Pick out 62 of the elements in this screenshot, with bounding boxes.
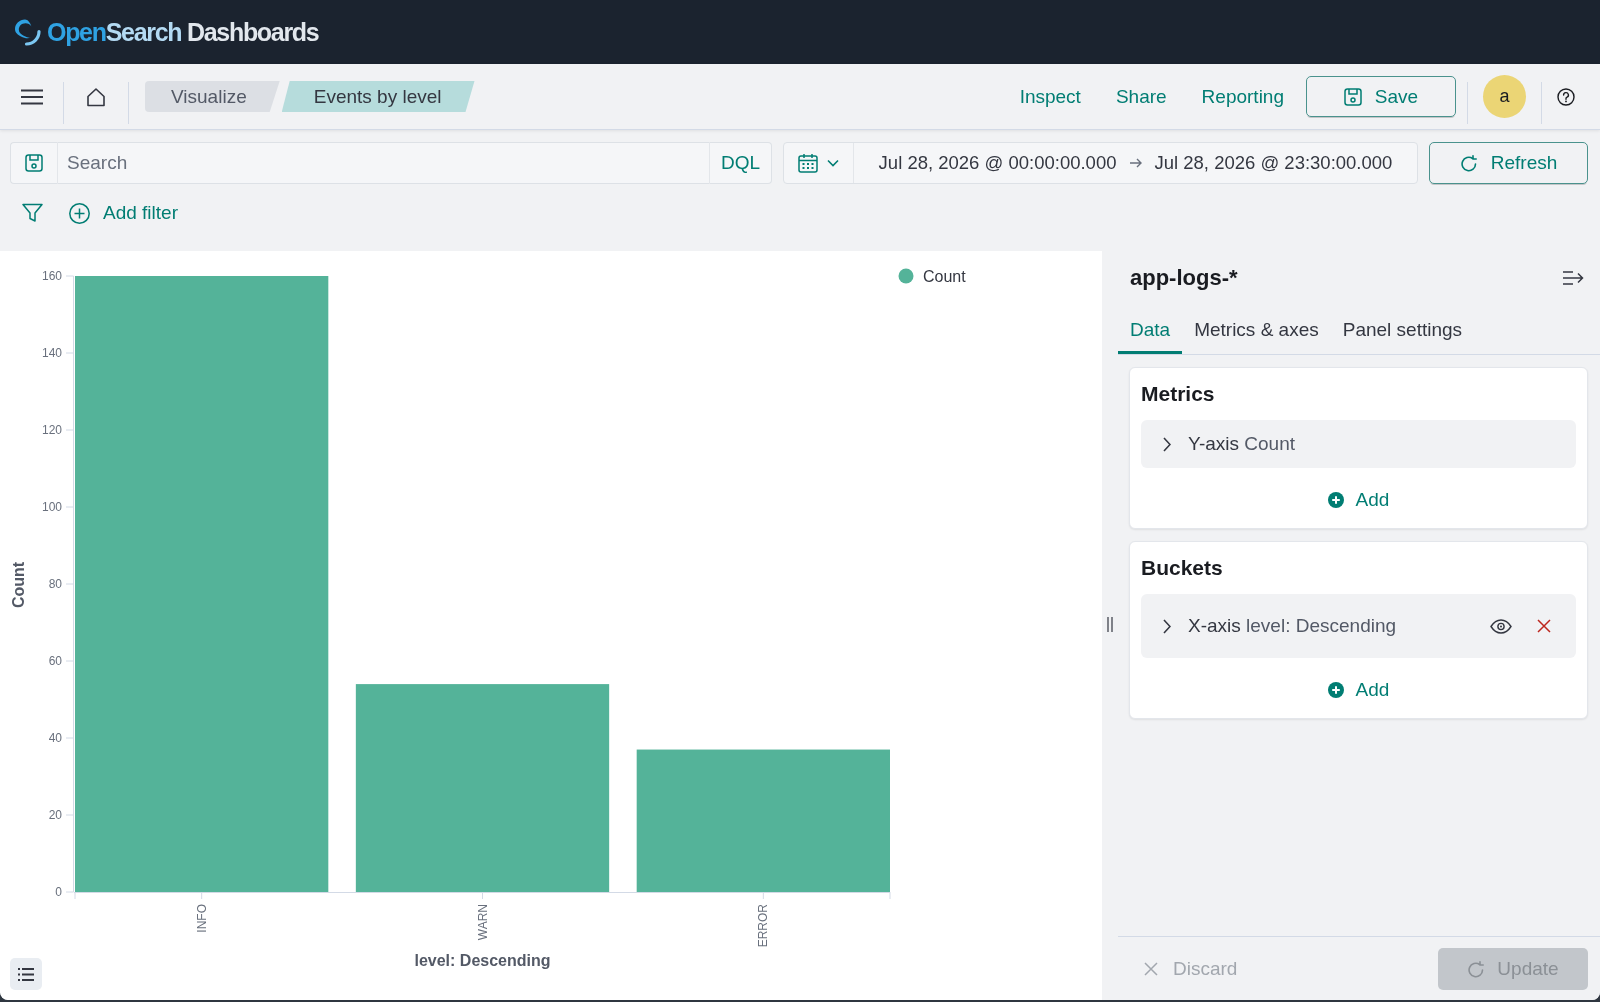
plus-circle-icon bbox=[1327, 492, 1344, 508]
axis-title: level: Descending bbox=[414, 951, 551, 969]
x-tick-label: ERROR bbox=[756, 904, 771, 948]
y-tick-label: 120 bbox=[41, 423, 62, 437]
logo-icon bbox=[13, 18, 41, 46]
section-title: Buckets bbox=[1141, 556, 1223, 580]
y-tick-label: 80 bbox=[48, 577, 62, 591]
menu-icon[interactable] bbox=[20, 88, 43, 105]
plus-circle-icon bbox=[1327, 682, 1344, 698]
axis-title: Count bbox=[9, 561, 27, 609]
legend-label[interactable]: Count bbox=[923, 267, 966, 285]
user-avatar[interactable]: a bbox=[1483, 75, 1526, 118]
breadcrumb[interactable]: Events by level bbox=[281, 81, 475, 112]
editor-tab[interactable]: Metrics & axes bbox=[1182, 310, 1331, 354]
refresh-icon bbox=[1467, 960, 1485, 978]
refresh-button[interactable]: Refresh bbox=[1429, 142, 1588, 184]
index-pattern-title: app-logs-* bbox=[1130, 266, 1238, 290]
list-icon bbox=[18, 967, 34, 981]
breadcrumb[interactable]: Visualize bbox=[145, 81, 280, 112]
section-title: Metrics bbox=[1141, 382, 1215, 406]
y-tick-label: 20 bbox=[48, 808, 62, 822]
start-date[interactable]: Jul 28, 2026 @ 00:00:00.000 bbox=[878, 152, 1117, 174]
plus-circle-icon bbox=[69, 202, 90, 224]
filter-icon bbox=[22, 203, 43, 223]
add-button[interactable]: Add bbox=[1327, 674, 1390, 706]
top-nav-link[interactable]: Reporting bbox=[1201, 85, 1284, 108]
y-tick-label: 140 bbox=[41, 346, 62, 360]
resize-handle-icon[interactable] bbox=[1107, 617, 1113, 632]
search-field[interactable]: Search bbox=[58, 142, 709, 184]
saved-queries-button[interactable] bbox=[10, 142, 58, 184]
x-tick-label: INFO bbox=[194, 904, 209, 933]
editor-tab[interactable]: Data bbox=[1118, 310, 1183, 354]
chevron-down-icon bbox=[827, 159, 839, 167]
arrow-right-icon bbox=[1129, 158, 1142, 168]
chevron-right-icon[interactable] bbox=[1163, 436, 1171, 452]
query-language-button[interactable]: DQL bbox=[709, 142, 772, 184]
save-button[interactable]: Save bbox=[1306, 76, 1456, 117]
close-icon bbox=[1144, 962, 1158, 976]
top-nav-link[interactable]: Inspect bbox=[1019, 85, 1081, 108]
logo-wordmark: OpenSearch Dashboards bbox=[47, 17, 319, 47]
y-tick-label: 40 bbox=[48, 731, 62, 745]
aggregation-label[interactable]: Y-axis Count bbox=[1188, 432, 1296, 456]
add-filter-button[interactable]: Add filter bbox=[69, 202, 178, 224]
chevron-right-icon[interactable] bbox=[1163, 618, 1171, 634]
x-tick-label: WARN bbox=[475, 904, 490, 941]
add-button[interactable]: Add bbox=[1327, 484, 1390, 516]
top-nav-link[interactable]: Share bbox=[1115, 85, 1167, 108]
refresh-icon bbox=[1459, 154, 1477, 172]
eye-icon[interactable] bbox=[1490, 618, 1512, 634]
editor-tab[interactable]: Panel settings bbox=[1330, 310, 1475, 354]
end-date[interactable]: Jul 28, 2026 @ 23:30:00.000 bbox=[1154, 152, 1393, 174]
aggregation-label[interactable]: X-axis level: Descending bbox=[1188, 614, 1397, 638]
legend-toggle-button[interactable] bbox=[10, 958, 42, 990]
y-tick-label: 0 bbox=[55, 885, 62, 899]
home-icon[interactable] bbox=[86, 86, 106, 107]
y-tick-label: 60 bbox=[48, 654, 62, 668]
close-icon[interactable] bbox=[1537, 619, 1551, 633]
y-tick-label: 100 bbox=[41, 500, 62, 514]
y-tick-label: 160 bbox=[41, 269, 62, 283]
panel-collapse-icon[interactable] bbox=[1563, 271, 1584, 285]
help-icon[interactable] bbox=[1557, 87, 1575, 106]
calendar-icon bbox=[798, 153, 818, 173]
